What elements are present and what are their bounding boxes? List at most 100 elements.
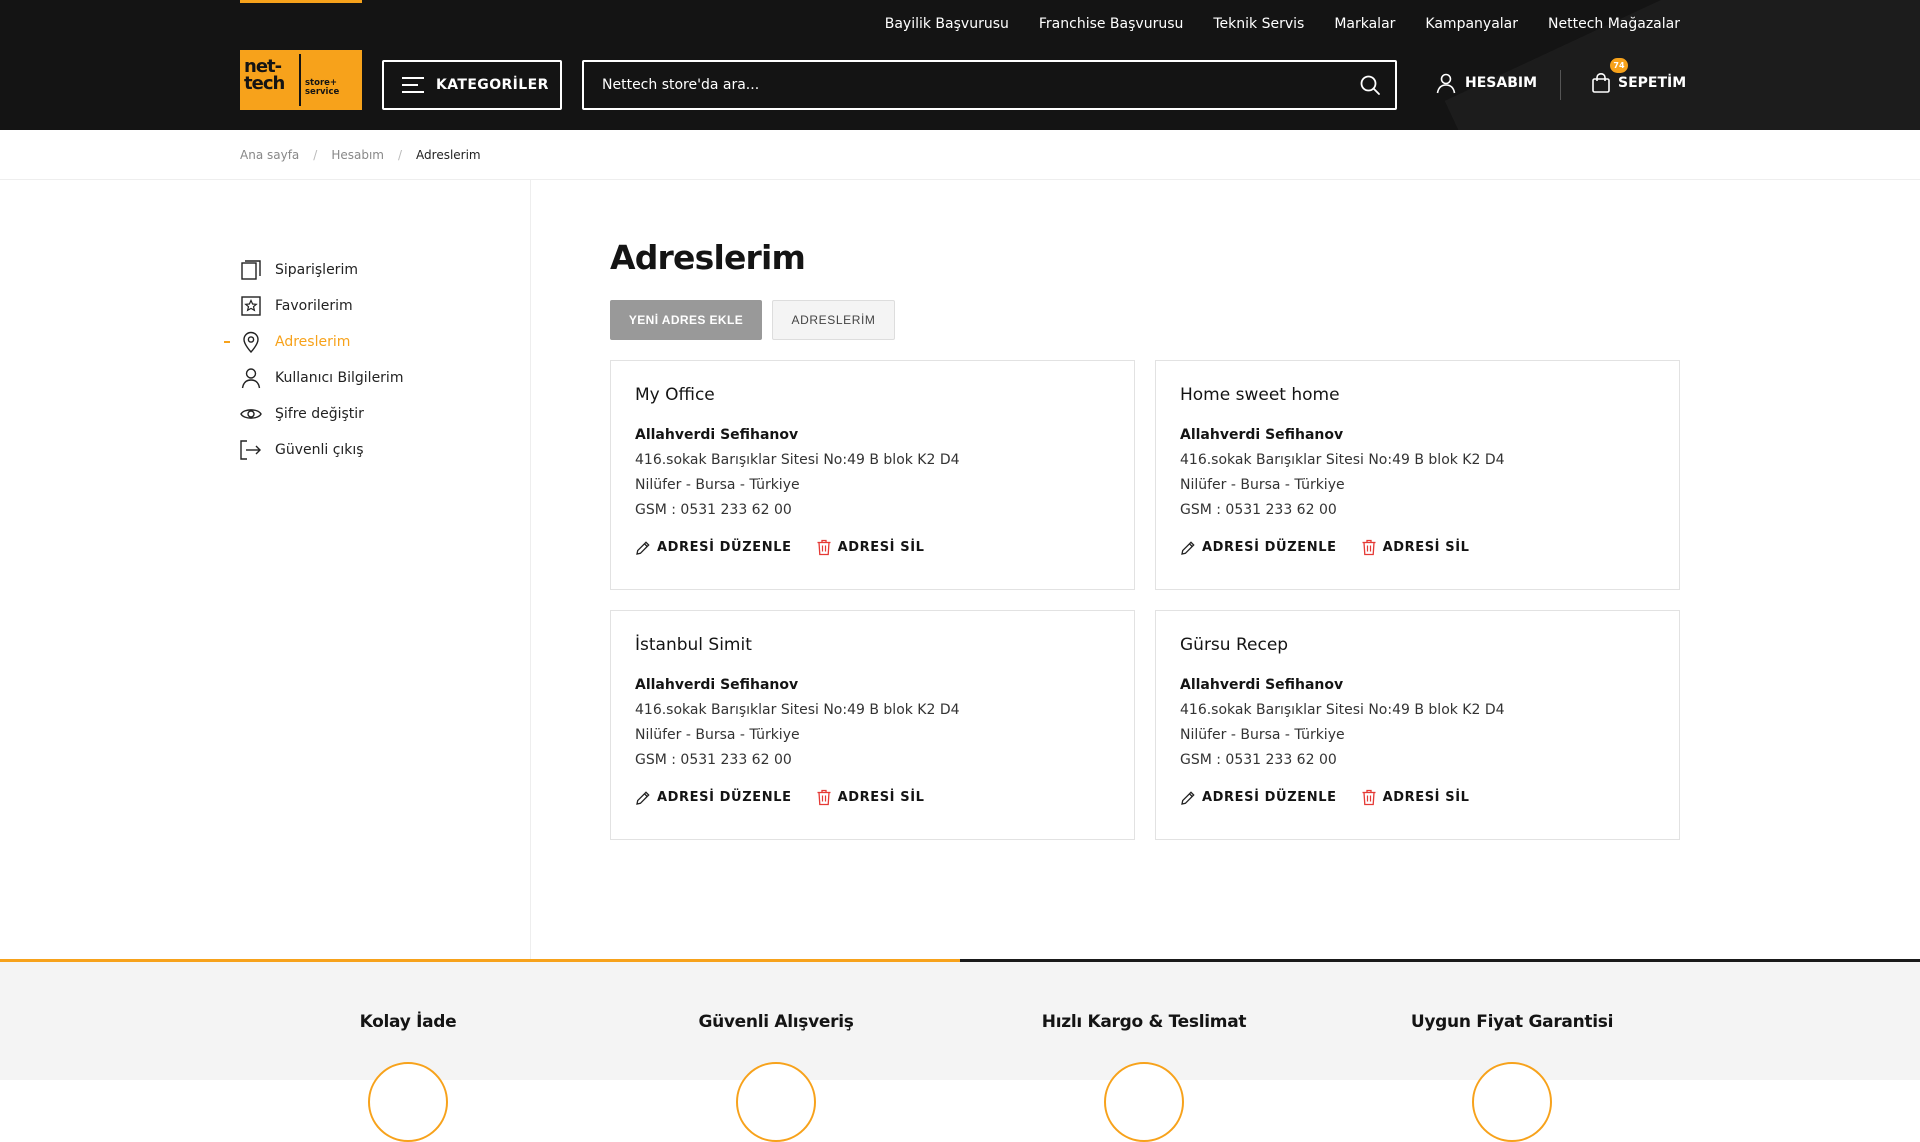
pencil-icon bbox=[636, 790, 650, 805]
address-card: İstanbul Simit Allahverdi Sefihanov 416.… bbox=[610, 610, 1135, 840]
pencil-icon bbox=[636, 540, 650, 555]
breadcrumb-current: Adreslerim bbox=[416, 148, 481, 162]
address-card: My Office Allahverdi Sefihanov 416.sokak… bbox=[610, 360, 1135, 590]
search-input[interactable] bbox=[584, 77, 1345, 93]
header-top-accent bbox=[240, 0, 362, 3]
top-link-campaigns[interactable]: Kampanyalar bbox=[1425, 16, 1518, 32]
address-name: Allahverdi Sefihanov bbox=[635, 427, 799, 443]
site-header: Bayilik Başvurusu Franchise Başvurusu Te… bbox=[0, 0, 1920, 130]
address-title: Home sweet home bbox=[1180, 385, 1340, 405]
sidebar-item-change-password[interactable]: Şifre değiştir bbox=[240, 396, 530, 432]
trash-icon bbox=[1362, 539, 1376, 556]
edit-address-button[interactable]: ADRESİ DÜZENLE bbox=[635, 539, 792, 556]
sidebar-item-label: Favorilerim bbox=[275, 298, 353, 314]
delete-address-button[interactable]: ADRESİ SİL bbox=[1361, 539, 1470, 556]
breadcrumb-account[interactable]: Hesabım bbox=[331, 148, 384, 162]
sidebar-divider bbox=[530, 180, 531, 960]
logo-main-text: net- tech bbox=[244, 56, 285, 94]
cart-link[interactable]: 74 SEPETİM bbox=[1590, 58, 1687, 94]
user-icon bbox=[1436, 73, 1456, 94]
return-icon bbox=[368, 1062, 448, 1142]
address-phone: GSM : 0531 233 62 00 bbox=[635, 502, 792, 518]
trash-icon bbox=[817, 789, 831, 806]
logout-icon bbox=[240, 439, 262, 461]
top-link-stores[interactable]: Nettech Mağazalar bbox=[1548, 16, 1680, 32]
delete-address-label: ADRESİ SİL bbox=[1382, 540, 1470, 555]
star-icon bbox=[240, 295, 262, 317]
top-link-dealership[interactable]: Bayilik Başvurusu bbox=[885, 16, 1009, 32]
address-title: Gürsu Recep bbox=[1180, 635, 1289, 655]
top-link-franchise[interactable]: Franchise Başvurusu bbox=[1039, 16, 1184, 32]
address-city: Nilüfer - Bursa - Türkiye bbox=[1180, 477, 1345, 493]
new-address-button[interactable]: YENİ ADRES EKLE bbox=[610, 300, 762, 340]
cart-label: SEPETİM bbox=[1618, 75, 1687, 91]
account-link[interactable]: HESABIM bbox=[1435, 72, 1537, 94]
top-link-brands[interactable]: Markalar bbox=[1334, 16, 1395, 32]
sidebar-item-label: Güvenli çıkış bbox=[275, 442, 364, 458]
address-name: Allahverdi Sefihanov bbox=[1180, 427, 1344, 443]
address-street: 416.sokak Barışıklar Sitesi No:49 B blok… bbox=[635, 702, 960, 718]
shield-icon bbox=[736, 1062, 816, 1142]
logo-sub-text: store+ service bbox=[305, 78, 340, 97]
account-label: HESABIM bbox=[1465, 75, 1538, 91]
sidebar-item-favorites[interactable]: Favorilerim bbox=[240, 288, 530, 324]
search-icon[interactable] bbox=[1345, 62, 1395, 108]
address-card: Home sweet home Allahverdi Sefihanov 416… bbox=[1155, 360, 1680, 590]
edit-address-button[interactable]: ADRESİ DÜZENLE bbox=[635, 789, 792, 806]
search-bar bbox=[582, 60, 1397, 110]
categories-button[interactable]: KATEGORİLER bbox=[382, 60, 562, 110]
price-tag-icon bbox=[1472, 1062, 1552, 1142]
sidebar-item-label: Kullanıcı Bilgilerim bbox=[275, 370, 404, 386]
feature-label: Hızlı Kargo & Teslimat bbox=[1041, 1012, 1247, 1032]
truck-icon bbox=[1104, 1062, 1184, 1142]
breadcrumb-separator: / bbox=[313, 148, 318, 162]
breadcrumb-home[interactable]: Ana sayfa bbox=[240, 148, 299, 162]
delete-address-label: ADRESİ SİL bbox=[837, 540, 925, 555]
pencil-icon bbox=[1181, 790, 1195, 805]
delete-address-button[interactable]: ADRESİ SİL bbox=[816, 789, 925, 806]
feature-fast-shipping: Hızlı Kargo & Teslimat bbox=[994, 1012, 1294, 1142]
address-phone: GSM : 0531 233 62 00 bbox=[635, 752, 792, 768]
address-card: Gürsu Recep Allahverdi Sefihanov 416.sok… bbox=[1155, 610, 1680, 840]
delete-address-label: ADRESİ SİL bbox=[1382, 790, 1470, 805]
sidebar-item-addresses[interactable]: Adreslerim bbox=[224, 324, 530, 360]
address-actions: ADRESİ DÜZENLE ADRESİ SİL bbox=[1180, 789, 1655, 806]
feature-price-guarantee: Uygun Fiyat Garantisi bbox=[1362, 1012, 1662, 1142]
address-name: Allahverdi Sefihanov bbox=[1180, 677, 1344, 693]
address-actions: ADRESİ DÜZENLE ADRESİ SİL bbox=[1180, 539, 1655, 556]
delete-address-button[interactable]: ADRESİ SİL bbox=[816, 539, 925, 556]
sidebar-item-orders[interactable]: Siparişlerim bbox=[240, 252, 530, 288]
feature-label: Güvenli Alışveriş bbox=[698, 1012, 854, 1032]
delete-address-button[interactable]: ADRESİ SİL bbox=[1361, 789, 1470, 806]
delete-address-label: ADRESİ SİL bbox=[837, 790, 925, 805]
header-divider bbox=[1560, 70, 1561, 100]
top-links: Bayilik Başvurusu Franchise Başvurusu Te… bbox=[885, 16, 1680, 32]
feature-secure-shopping: Güvenli Alışveriş bbox=[626, 1012, 926, 1142]
address-street: 416.sokak Barışıklar Sitesi No:49 B blok… bbox=[1180, 452, 1505, 468]
shopping-bag-icon bbox=[1592, 72, 1610, 93]
address-city: Nilüfer - Bursa - Türkiye bbox=[635, 477, 800, 493]
edit-address-button[interactable]: ADRESİ DÜZENLE bbox=[1180, 539, 1337, 556]
categories-label: KATEGORİLER bbox=[436, 77, 549, 93]
edit-address-label: ADRESİ DÜZENLE bbox=[1202, 540, 1337, 555]
breadcrumb-separator: / bbox=[397, 148, 403, 162]
address-phone: GSM : 0531 233 62 00 bbox=[1180, 502, 1337, 518]
nettech-logo[interactable]: net- tech store+ service bbox=[240, 50, 362, 110]
sidebar-item-user-info[interactable]: Kullanıcı Bilgilerim bbox=[240, 360, 530, 396]
top-link-tech-service[interactable]: Teknik Servis bbox=[1213, 16, 1304, 32]
breadcrumb: Ana sayfa / Hesabım / Adreslerim bbox=[240, 148, 481, 162]
feature-label: Kolay İade bbox=[359, 1012, 457, 1032]
account-sidebar: Siparişlerim Favorilerim Adreslerim Kull… bbox=[224, 252, 530, 468]
sidebar-item-logout[interactable]: Güvenli çıkış bbox=[240, 432, 530, 468]
cart-count-badge: 74 bbox=[1610, 58, 1628, 73]
edit-address-button[interactable]: ADRESİ DÜZENLE bbox=[1180, 789, 1337, 806]
my-addresses-button[interactable]: ADRESLERİM bbox=[772, 300, 895, 340]
location-pin-icon bbox=[240, 331, 262, 353]
features-strip: Kolay İade Güvenli Alışveriş Hızlı Kargo… bbox=[0, 962, 1920, 1142]
address-city: Nilüfer - Bursa - Türkiye bbox=[635, 727, 800, 743]
sidebar-item-label: Siparişlerim bbox=[275, 262, 358, 278]
orders-icon bbox=[240, 259, 262, 281]
address-actions: ADRESİ DÜZENLE ADRESİ SİL bbox=[635, 539, 1110, 556]
feature-label: Uygun Fiyat Garantisi bbox=[1410, 1012, 1614, 1032]
edit-address-label: ADRESİ DÜZENLE bbox=[657, 790, 792, 805]
